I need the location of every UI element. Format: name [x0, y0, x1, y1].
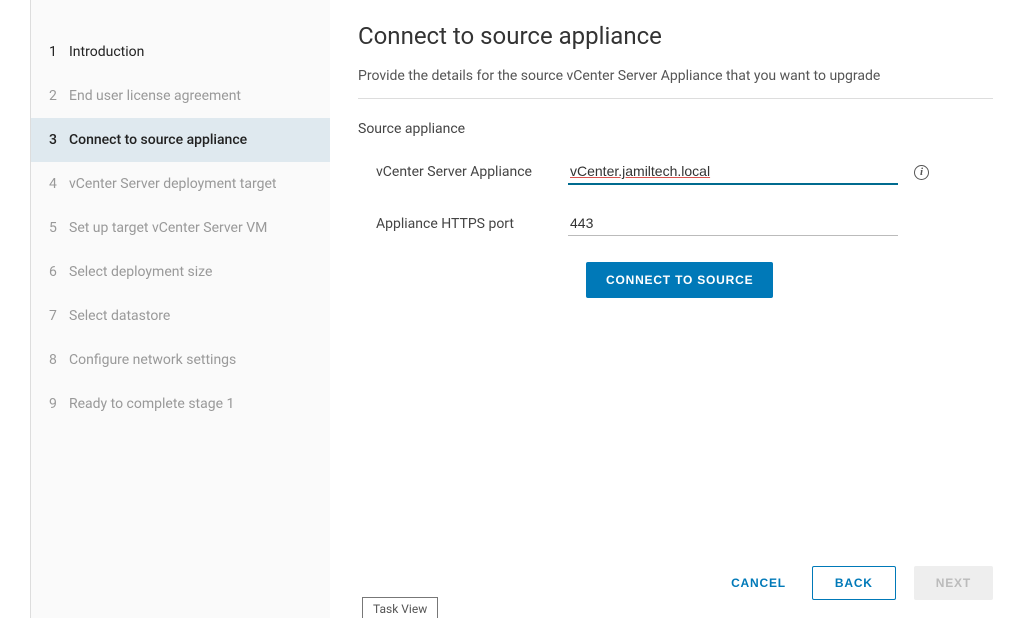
step-num: 8	[49, 352, 69, 368]
step-num: 3	[49, 132, 69, 148]
step-eula[interactable]: 2 End user license agreement	[31, 74, 330, 118]
step-label: Connect to source appliance	[69, 132, 312, 148]
cancel-button[interactable]: CANCEL	[723, 566, 794, 600]
step-connect-source[interactable]: 3 Connect to source appliance	[31, 118, 330, 162]
step-deployment-size: 6 Select deployment size	[31, 250, 330, 294]
page-subtitle: Provide the details for the source vCent…	[358, 68, 993, 99]
appliance-input[interactable]	[568, 159, 898, 185]
connect-row: CONNECT TO SOURCE	[568, 262, 993, 298]
wizard-sidebar: 1 Introduction 2 End user license agreem…	[30, 0, 330, 618]
step-label: Configure network settings	[69, 352, 312, 368]
step-label: End user license agreement	[69, 88, 312, 104]
step-label: Select datastore	[69, 308, 312, 324]
step-datastore: 7 Select datastore	[31, 294, 330, 338]
step-num: 1	[49, 44, 69, 60]
appliance-label: vCenter Server Appliance	[358, 164, 568, 180]
step-label: Set up target vCenter Server VM	[69, 220, 312, 236]
section-label: Source appliance	[358, 121, 993, 137]
step-introduction[interactable]: 1 Introduction	[31, 30, 330, 74]
step-label: Introduction	[69, 44, 312, 60]
step-num: 6	[49, 264, 69, 280]
next-button: NEXT	[914, 566, 993, 600]
step-network-settings: 8 Configure network settings	[31, 338, 330, 382]
step-label: Select deployment size	[69, 264, 312, 280]
form-row-port: Appliance HTTPS port	[358, 211, 993, 236]
step-num: 7	[49, 308, 69, 324]
step-num: 4	[49, 176, 69, 192]
step-deployment-target: 4 vCenter Server deployment target	[31, 162, 330, 206]
step-target-vm: 5 Set up target vCenter Server VM	[31, 206, 330, 250]
page-title: Connect to source appliance	[358, 22, 993, 50]
task-view-tab[interactable]: Task View	[362, 597, 438, 618]
step-num: 2	[49, 88, 69, 104]
port-label: Appliance HTTPS port	[358, 216, 568, 232]
port-input[interactable]	[568, 211, 898, 236]
step-label: vCenter Server deployment target	[69, 176, 312, 192]
step-num: 5	[49, 220, 69, 236]
connect-to-source-button[interactable]: CONNECT TO SOURCE	[586, 262, 773, 298]
wizard-footer: CANCEL BACK NEXT	[723, 566, 993, 600]
step-label: Ready to complete stage 1	[69, 396, 312, 412]
step-ready-complete: 9 Ready to complete stage 1	[31, 382, 330, 426]
step-num: 9	[49, 396, 69, 412]
back-button[interactable]: BACK	[812, 566, 896, 600]
info-icon[interactable]: i	[914, 165, 929, 180]
form-row-appliance: vCenter Server Appliance i	[358, 159, 993, 185]
main-content: Connect to source appliance Provide the …	[330, 0, 1021, 618]
